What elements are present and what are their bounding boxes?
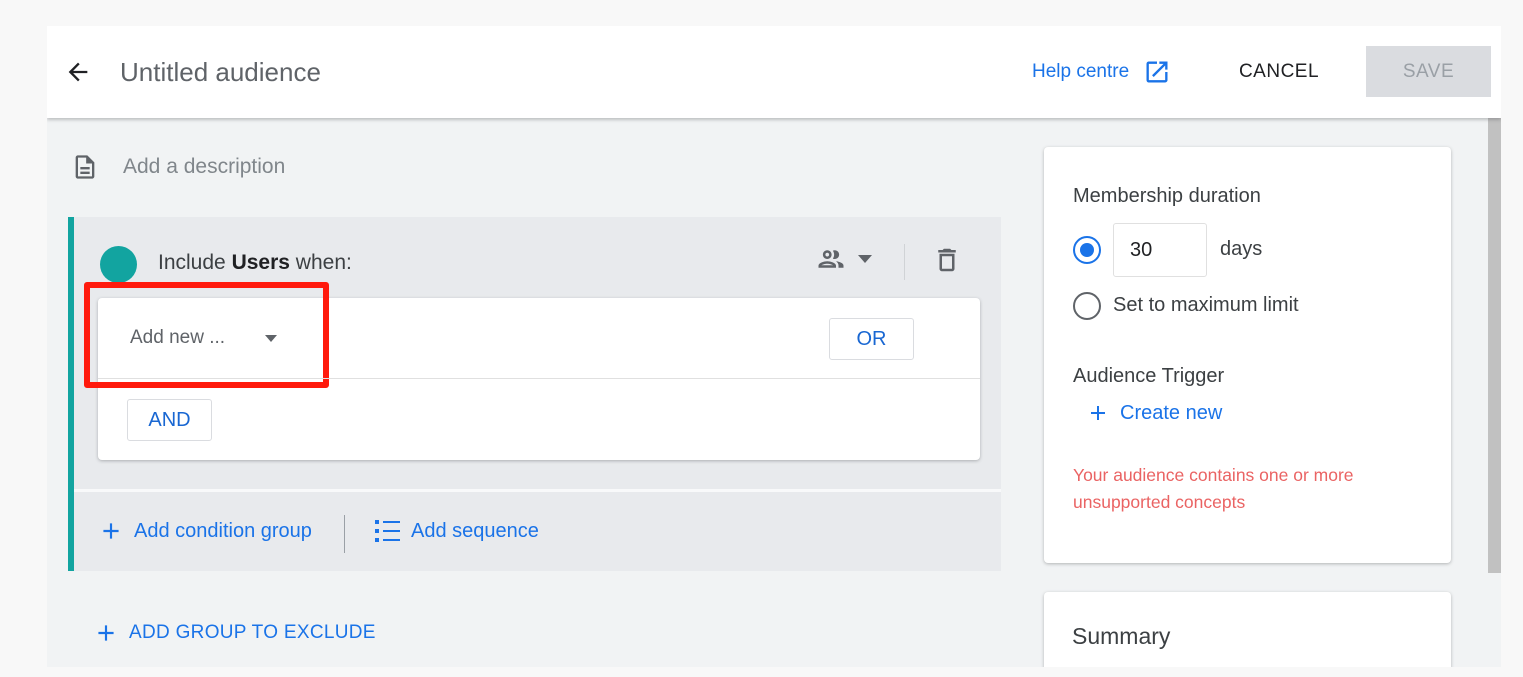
settings-panel: Membership duration days Set to maximum … [1044, 147, 1451, 563]
include-users-label: Include Users when: [158, 251, 352, 274]
add-new-label: Add new ... [130, 327, 226, 348]
add-condition-group-button[interactable]: Add condition group [98, 518, 312, 544]
group-color-dot [100, 246, 137, 283]
cancel-button[interactable]: CANCEL [1217, 48, 1341, 96]
audience-builder: Untitled audience Help centre CANCEL SAV… [47, 26, 1501, 667]
people-icon [818, 250, 844, 268]
include-condition-group: Include Users when: Add new ... OR AND A… [68, 217, 1001, 571]
plus-icon [103, 523, 119, 539]
description-field[interactable]: Add a description [71, 152, 285, 182]
days-unit-label: days [1220, 238, 1263, 260]
scope-users: Users [231, 251, 290, 274]
add-group-to-exclude-button[interactable]: ADD GROUP TO EXCLUDE [93, 620, 376, 646]
condition-card: Add new ... OR AND [84, 282, 980, 460]
page-title: Untitled audience [120, 57, 321, 87]
arrow-back-icon [68, 62, 88, 82]
add-group-to-exclude-label: ADD GROUP TO EXCLUDE [129, 622, 376, 643]
document-icon [75, 155, 95, 179]
max-limit-radio[interactable] [1073, 292, 1101, 320]
caret-down-icon [265, 334, 278, 342]
group-footer: Add condition group Add sequence [74, 489, 1001, 571]
help-centre-label: Help centre [1032, 61, 1130, 82]
card-divider [98, 378, 980, 379]
or-button[interactable]: OR [829, 318, 914, 360]
top-bar: Untitled audience Help centre CANCEL SAV… [47, 26, 1501, 118]
and-button[interactable]: AND [127, 399, 212, 441]
membership-duration-title: Membership duration [1073, 185, 1261, 207]
scrollbar[interactable] [1488, 118, 1501, 573]
max-limit-label: Set to maximum limit [1113, 294, 1299, 316]
open-in-new-icon [1146, 61, 1168, 83]
save-button[interactable]: SAVE [1366, 46, 1491, 97]
trash-icon [938, 248, 956, 272]
scope-selector[interactable] [814, 244, 872, 274]
days-input[interactable] [1113, 223, 1207, 277]
add-sequence-label: Add sequence [411, 519, 539, 542]
back-button[interactable] [62, 56, 94, 88]
add-new-dropdown[interactable]: Add new ... [130, 327, 278, 349]
sequence-list-icon [375, 520, 400, 542]
caret-down-icon [858, 255, 872, 263]
create-new-label: Create new [1120, 401, 1223, 424]
summary-title: Summary [1072, 623, 1171, 649]
plus-icon [1091, 406, 1105, 420]
plus-icon [98, 625, 114, 641]
summary-panel: Summary [1044, 592, 1451, 667]
days-radio[interactable] [1073, 236, 1101, 264]
toolbar-divider [904, 244, 905, 280]
add-sequence-button[interactable]: Add sequence [373, 518, 539, 544]
help-centre-link[interactable]: Help centre [1032, 56, 1171, 88]
footer-divider [344, 515, 345, 553]
add-condition-group-label: Add condition group [134, 519, 312, 542]
audience-trigger-title: Audience Trigger [1073, 365, 1225, 387]
unsupported-warning: Your audience contains one or more unsup… [1073, 465, 1354, 512]
create-new-trigger-button[interactable]: Create new [1086, 401, 1222, 425]
description-placeholder: Add a description [123, 155, 286, 178]
delete-group-button[interactable] [932, 244, 962, 281]
